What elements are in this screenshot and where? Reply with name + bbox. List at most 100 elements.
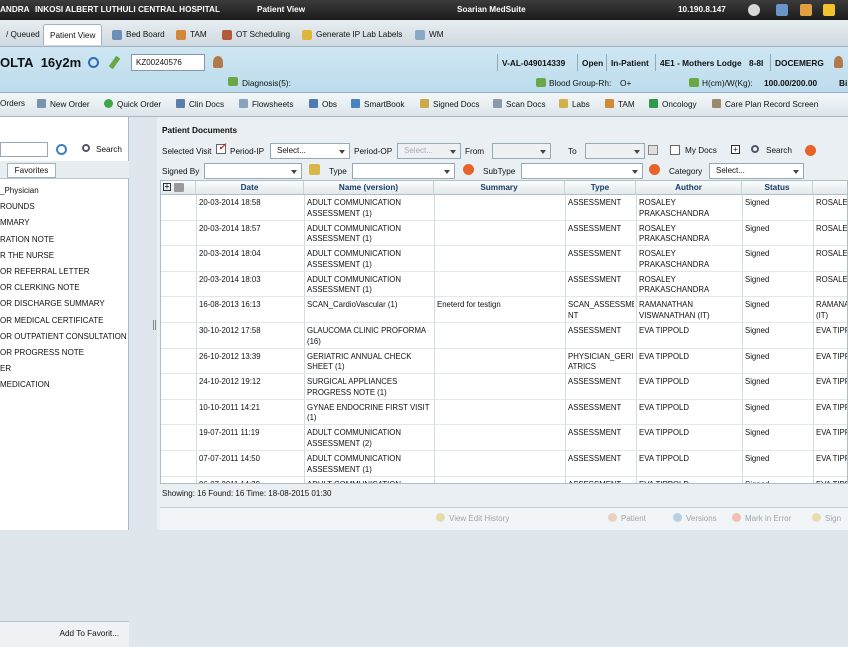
list-item[interactable]: OR CLERKING NOTE — [0, 280, 129, 296]
table-row[interactable]: 20-03-2014 18:04 ADULT COMMUNICATION ASSE… — [161, 246, 847, 272]
user-icon[interactable] — [776, 4, 788, 16]
list-item[interactable]: R THE NURSE — [0, 248, 129, 264]
tab-tam[interactable]: TAM — [170, 24, 213, 45]
tam-icon — [176, 29, 186, 40]
type-select[interactable] — [352, 163, 455, 179]
column-name[interactable]: Name (version) — [304, 181, 434, 195]
person-icon[interactable] — [213, 56, 223, 68]
table-row[interactable]: 30-10-2012 17:58 GLAUCOMA CLINIC PROFORMA… — [161, 323, 847, 349]
subtype-clear-icon[interactable] — [649, 164, 660, 175]
versions-button[interactable]: Versions — [673, 513, 717, 523]
header-tools: + — [161, 181, 196, 195]
list-item[interactable]: OR REFERRAL LETTER — [0, 264, 129, 280]
column-summary[interactable]: Summary — [434, 181, 565, 195]
cell-date: 16-08-2013 16:13 — [199, 300, 261, 310]
diagnosis-label[interactable]: Diagnosis(5): — [242, 78, 291, 88]
expand-icon[interactable]: + — [731, 145, 740, 154]
table-row[interactable]: 10-10-2011 14:21 GYNAE ENDOCRINE FIRST VI… — [161, 400, 847, 426]
edit-icon[interactable] — [108, 55, 121, 70]
splitter-handle[interactable] — [153, 320, 156, 330]
tab-ot-scheduling[interactable]: OT Scheduling — [216, 24, 296, 45]
column-date[interactable]: Date — [196, 181, 304, 195]
cell-extra: EVA TIPPO — [816, 351, 847, 361]
care-plan-button[interactable]: Care Plan Record Screen — [712, 99, 818, 109]
table-row[interactable]: 16-08-2013 16:13 SCAN_CardioVascular (1) E… — [161, 297, 847, 323]
table-row[interactable]: 20-03-2014 18:03 ADULT COMMUNICATION ASSE… — [161, 272, 847, 298]
table-row[interactable]: 24-10-2012 19:12 SURGICAL APPLIANCES PROG… — [161, 374, 847, 400]
labs-button[interactable]: Labs — [559, 99, 590, 109]
table-row[interactable]: 19-07-2011 11:19 ADULT COMMUNICATION ASSE… — [161, 425, 847, 451]
orders-button[interactable]: Orders — [0, 99, 25, 108]
clock-icon[interactable] — [748, 4, 760, 16]
to-date-field[interactable] — [585, 143, 645, 159]
add-to-favorite-button[interactable]: Add To Favorit... — [60, 629, 119, 638]
person-alert-icon[interactable] — [800, 4, 812, 16]
type-clear-icon[interactable] — [463, 164, 474, 175]
scan-docs-button[interactable]: Scan Docs — [493, 99, 546, 109]
subtype-select[interactable] — [521, 163, 643, 179]
tam-button[interactable]: TAM — [605, 99, 635, 109]
column-status[interactable]: Status — [742, 181, 813, 195]
list-item[interactable]: ROUNDS — [0, 199, 129, 215]
list-item[interactable]: OR PROGRESS NOTE — [0, 345, 129, 361]
period-op-select[interactable]: Select... — [397, 143, 461, 159]
cell-author: EVA TIPPOLD — [639, 454, 689, 463]
period-ip-select[interactable]: Select... — [270, 143, 350, 159]
list-item[interactable]: ER — [0, 361, 129, 377]
list-item[interactable]: MEDICATION — [0, 377, 129, 393]
list-item[interactable]: OR DISCHARGE SUMMARY — [0, 296, 129, 312]
clinician-icon[interactable] — [834, 56, 843, 68]
search-button[interactable]: Search — [766, 146, 792, 155]
refresh-icon[interactable] — [56, 144, 67, 155]
mark-in-error-button[interactable]: Mark in Error — [732, 513, 791, 523]
category-select[interactable]: Select... — [709, 163, 804, 179]
patient-button[interactable]: Patient — [608, 513, 646, 523]
sign-button[interactable]: Sign — [812, 513, 841, 523]
tab-wm[interactable]: WM — [409, 24, 450, 45]
obs-button[interactable]: Obs — [309, 99, 337, 109]
column-extra[interactable] — [813, 181, 847, 195]
list-item[interactable]: OR MEDICAL CERTIFICATE — [0, 313, 129, 329]
signed-by-select[interactable] — [204, 163, 302, 179]
table-row[interactable]: 26-10-2012 13:39 GERIATRIC ANNUAL CHECK S… — [161, 349, 847, 375]
view-edit-history-button[interactable]: View Edit History — [436, 513, 509, 523]
signed-docs-button[interactable]: Signed Docs — [420, 99, 479, 109]
from-date-field[interactable] — [492, 143, 551, 159]
left-search-button[interactable]: Search — [96, 145, 122, 154]
list-item[interactable]: MMARY — [0, 215, 129, 231]
cell-date: 10-10-2011 14:21 — [199, 402, 260, 412]
tab-queued[interactable]: / Queued — [0, 24, 46, 45]
my-docs-checkbox[interactable] — [670, 145, 680, 155]
table-row[interactable]: 20-03-2014 18:57 ADULT COMMUNICATION ASSE… — [161, 221, 847, 247]
quick-order-button[interactable]: Quick Order — [104, 99, 161, 109]
column-author[interactable]: Author — [636, 181, 742, 195]
oncology-button[interactable]: Oncology — [649, 99, 697, 109]
tab-generate-ip-lab-labels[interactable]: Generate IP Lab Labels — [296, 24, 408, 45]
list-item[interactable]: OR OUTPATIENT CONSULTATION — [0, 329, 129, 345]
expand-all-icon[interactable]: + — [163, 183, 171, 191]
cell-status: Signed — [745, 377, 770, 387]
list-item[interactable]: RATION NOTE — [0, 232, 129, 248]
table-row[interactable]: 20-03-2014 18:58 ADULT COMMUNICATION ASSE… — [161, 195, 847, 221]
cell-name: ADULT COMMUNICATION ASSESSMENT (1) — [307, 198, 401, 218]
clear-filter-icon[interactable] — [805, 145, 816, 156]
cell-type: ASSESSMENT — [568, 480, 634, 483]
template-select[interactable] — [0, 142, 48, 157]
table-row[interactable]: 06-07-2011 14:20 ADULT COMMUNICATION ASSES… — [161, 477, 847, 483]
list-item[interactable]: _Physician — [0, 183, 129, 199]
flowsheets-button[interactable]: Flowsheets — [239, 99, 293, 109]
column-type[interactable]: Type — [565, 181, 636, 195]
signer-icon[interactable] — [309, 164, 320, 175]
clin-docs-button[interactable]: Clin Docs — [176, 99, 224, 109]
smartbook-button[interactable]: SmartBook — [351, 99, 405, 109]
favorites-tab[interactable]: Favorites — [7, 163, 56, 178]
tab-bed-board[interactable]: Bed Board — [106, 24, 171, 45]
table-row[interactable]: 07-07-2011 14:50 ADULT COMMUNICATION ASSE… — [161, 451, 847, 477]
period-ip-checkbox[interactable]: ✓ — [216, 142, 226, 154]
print-icon[interactable] — [174, 183, 184, 192]
tab-patient-view[interactable]: Patient View — [43, 24, 103, 45]
key-icon[interactable] — [823, 4, 835, 16]
new-order-button[interactable]: New Order — [37, 99, 90, 109]
calendar-icon[interactable] — [648, 145, 658, 155]
patient-id-field[interactable]: KZ00240576 — [131, 54, 205, 71]
